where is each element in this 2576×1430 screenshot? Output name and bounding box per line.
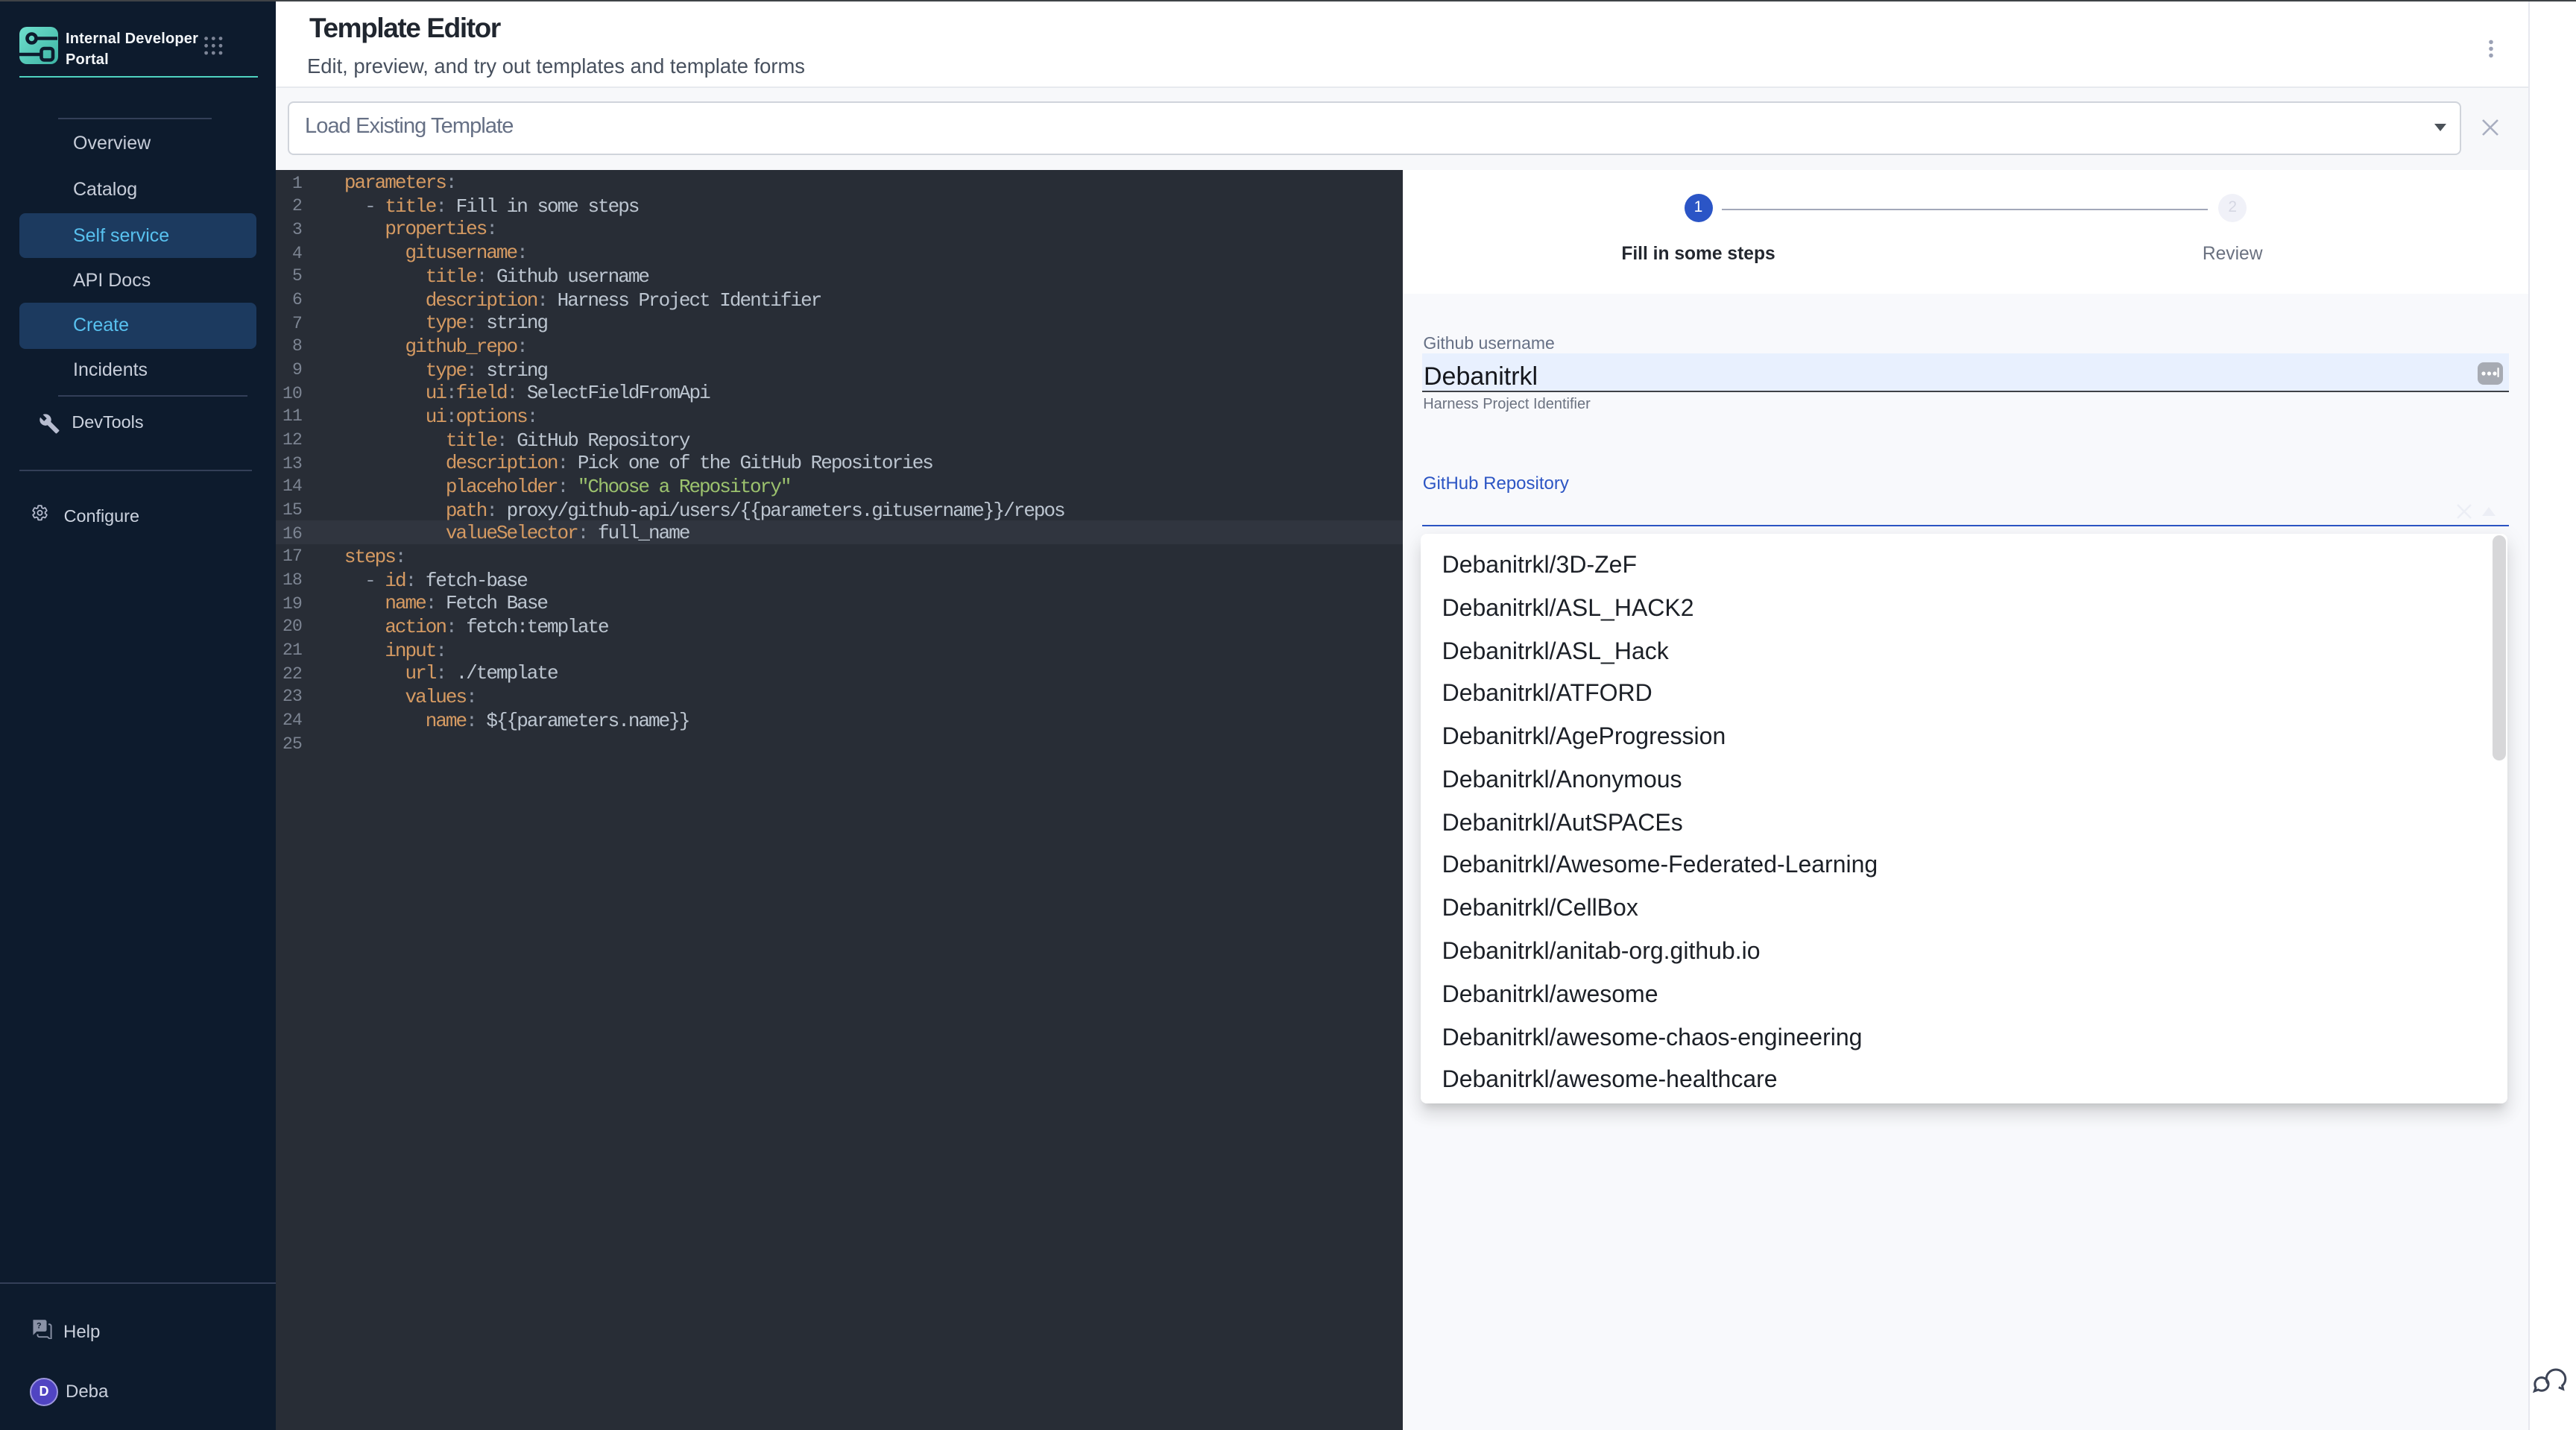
svg-text:?: ? [36, 1321, 41, 1330]
